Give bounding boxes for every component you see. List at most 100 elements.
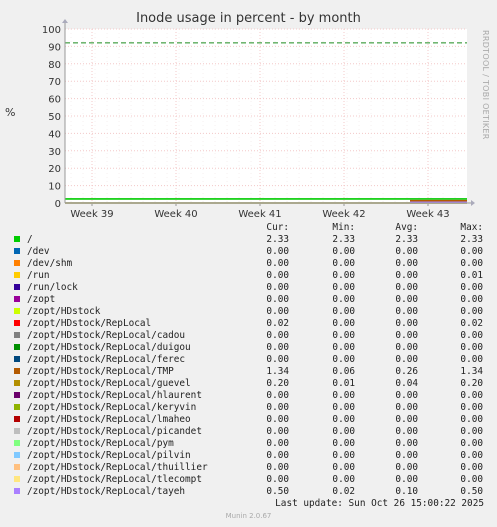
- legend-row: / 2.33 2.33 2.33 2.33: [0, 234, 497, 246]
- y-tick-label: 60: [48, 95, 61, 106]
- legend-swatch: [14, 260, 20, 266]
- y-tick-label: 90: [48, 42, 61, 53]
- legend-series-name: /zopt/HDstock/RepLocal/TMP: [27, 366, 174, 377]
- legend-value-avg: 0.00: [395, 414, 418, 425]
- legend-value-avg: 0.04: [395, 378, 418, 389]
- legend-value-min: 0.00: [332, 294, 355, 305]
- legend-value-cur: 0.00: [266, 294, 289, 305]
- legend-swatch: [14, 476, 20, 482]
- legend-col-avg: Avg:: [395, 222, 418, 233]
- legend-value-min: 0.00: [332, 342, 355, 353]
- legend-series-name: /zopt/HDstock/RepLocal/tayeh: [27, 486, 186, 497]
- legend-value-cur: 0.00: [266, 426, 289, 437]
- last-update: Last update: Sun Oct 26 15:00:22 2025: [275, 498, 484, 509]
- chart-plot: 0 10 20 30 40 50 60 70 80 90 100 Week 39 Week 40 Week…: [42, 19, 475, 220]
- legend-series-name: /run/lock: [27, 282, 78, 293]
- legend-value-cur: 0.00: [266, 462, 289, 473]
- legend-value-min: 0.00: [332, 450, 355, 461]
- legend-series-name: /zopt/HDstock/RepLocal: [27, 318, 152, 329]
- legend-value-min: 0.00: [332, 414, 355, 425]
- x-axis-arrow: [471, 200, 475, 206]
- legend-value-min: 0.01: [332, 378, 355, 389]
- y-tick-label: 20: [48, 164, 61, 175]
- legend-value-avg: 0.00: [395, 246, 418, 257]
- legend-row: /zopt/HDstock/RepLocal/ferec 0.00 0.00 0.00…: [0, 354, 497, 366]
- legend-value-avg: 0.00: [395, 474, 418, 485]
- legend-row: /zopt/HDstock/RepLocal/tlecompt 0.00 0.00 0…: [0, 474, 497, 486]
- legend-value-min: 0.00: [332, 438, 355, 449]
- legend-swatch: [14, 344, 20, 350]
- legend-value-min: 0.02: [332, 486, 355, 497]
- legend-value-max: 0.00: [460, 330, 483, 341]
- legend-value-cur: 0.00: [266, 390, 289, 401]
- munin-version: Munin 2.0.67: [225, 512, 272, 520]
- legend-row: /dev/shm 0.00 0.00 0.00 0.00: [0, 258, 497, 270]
- legend-row: /zopt/HDstock/RepLocal/picandet 0.00 0.00 0…: [0, 426, 497, 438]
- legend-value-cur: 0.00: [266, 330, 289, 341]
- legend-value-cur: 0.20: [266, 378, 289, 389]
- legend-value-cur: 1.34: [266, 366, 289, 377]
- legend-value-cur: 0.02: [266, 318, 289, 329]
- legend-value-max: 0.00: [460, 474, 483, 485]
- legend-value-max: 0.02: [460, 318, 483, 329]
- legend-value-cur: 0.00: [266, 282, 289, 293]
- legend-series-name: /zopt/HDstock/RepLocal/hlaurent: [27, 390, 202, 401]
- legend-row: /zopt/HDstock/RepLocal/duigou 0.00 0.00 0.0…: [0, 342, 497, 354]
- legend-value-max: 0.00: [460, 462, 483, 473]
- legend-value-min: 0.00: [332, 402, 355, 413]
- legend-series-name: /zopt/HDstock/RepLocal/keryvin: [27, 402, 197, 413]
- legend-swatch: [14, 320, 20, 326]
- legend-swatch: [14, 452, 20, 458]
- legend-value-cur: 0.00: [266, 402, 289, 413]
- legend-row: /zopt/HDstock/RepLocal/cadou 0.00 0.00 0.00…: [0, 330, 497, 342]
- legend-series-name: /zopt/HDstock/RepLocal/guevel: [27, 378, 191, 389]
- legend-swatch: [14, 428, 20, 434]
- legend-row: /zopt/HDstock/RepLocal/lmaheo 0.00 0.00 0.0…: [0, 414, 497, 426]
- legend-value-max: 0.00: [460, 426, 483, 437]
- legend-series-name: /zopt/HDstock/RepLocal/lmaheo: [27, 414, 191, 425]
- legend-value-avg: 0.00: [395, 402, 418, 413]
- legend-value-avg: 0.00: [395, 258, 418, 269]
- y-axis-arrow: [62, 19, 68, 23]
- legend-row: /zopt 0.00 0.00 0.00 0.00: [0, 294, 497, 306]
- legend-value-avg: 0.10: [395, 486, 418, 497]
- legend-value-min: 0.00: [332, 306, 355, 317]
- legend-value-cur: 0.00: [266, 438, 289, 449]
- legend-swatch: [14, 248, 20, 254]
- legend-row: /zopt/HDstock/RepLocal/hlaurent 0.00 0.00 0…: [0, 390, 497, 402]
- legend-value-max: 0.00: [460, 354, 483, 365]
- legend-value-cur: 0.00: [266, 414, 289, 425]
- legend-value-avg: 0.00: [395, 294, 418, 305]
- legend-value-avg: 0.00: [395, 282, 418, 293]
- legend-swatch: [14, 332, 20, 338]
- legend-value-avg: 0.00: [395, 426, 418, 437]
- legend-value-avg: 0.00: [395, 438, 418, 449]
- legend-row: /zopt/HDstock/RepLocal/pilvin 0.00 0.00 0.0…: [0, 450, 497, 462]
- legend-value-max: 0.01: [460, 270, 483, 281]
- legend-series-name: /zopt/HDstock/RepLocal/picandet: [27, 426, 202, 437]
- legend-value-min: 0.00: [332, 354, 355, 365]
- legend-swatch: [14, 392, 20, 398]
- y-tick-label: 10: [48, 182, 61, 193]
- legend-swatch: [14, 272, 20, 278]
- legend-value-cur: 0.00: [266, 354, 289, 365]
- y-tick-label: 70: [48, 77, 61, 88]
- legend-series-name: /dev: [27, 246, 50, 257]
- x-tick-label: Week 42: [322, 209, 365, 220]
- legend-value-max: 0.00: [460, 342, 483, 353]
- legend-series-name: /zopt/HDstock/RepLocal/tlecompt: [27, 474, 202, 485]
- y-tick-label: 0: [55, 199, 61, 210]
- x-tick-label: Week 41: [238, 209, 281, 220]
- legend-series-name: /zopt/HDstock: [27, 306, 101, 317]
- legend-row: /zopt/HDstock/RepLocal/TMP 1.34 0.06 0.26 1.…: [0, 366, 497, 378]
- legend-swatch: [14, 284, 20, 290]
- legend-series-name: /run: [27, 270, 50, 281]
- legend-row: /zopt/HDstock/RepLocal/tayeh 0.50 0.02 0.10…: [0, 486, 497, 498]
- legend-value-cur: 0.50: [266, 486, 289, 497]
- legend-value-max: 0.00: [460, 390, 483, 401]
- legend-value-cur: 0.00: [266, 342, 289, 353]
- legend-value-min: 0.00: [332, 330, 355, 341]
- legend-value-max: 0.20: [460, 378, 483, 389]
- y-tick-label: 30: [48, 147, 61, 158]
- legend-row: /zopt/HDstock/RepLocal/keryvin 0.00 0.00 0.…: [0, 402, 497, 414]
